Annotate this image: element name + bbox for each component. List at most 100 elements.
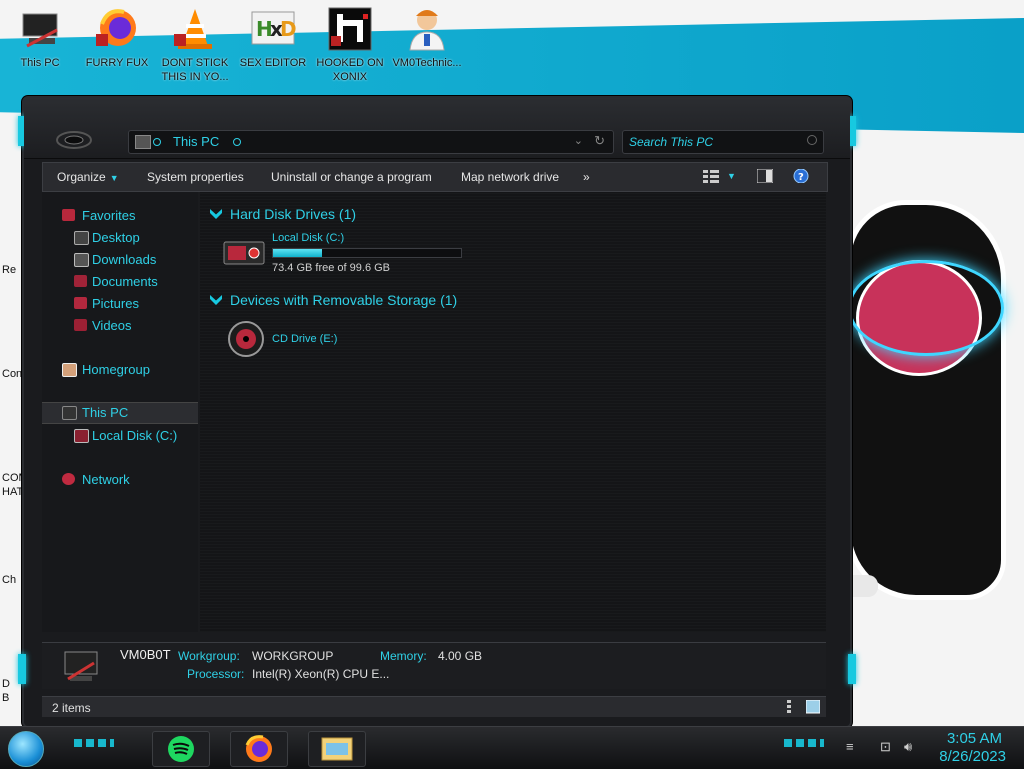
more-commands-button[interactable]: »: [583, 170, 590, 184]
status-bar: 2 items: [42, 696, 826, 717]
network-icon: [62, 473, 75, 485]
large-icons-view-icon[interactable]: [805, 699, 821, 717]
search-icon[interactable]: [807, 135, 817, 145]
hxd-editor-icon: HxD: [250, 6, 297, 52]
memory-label: Memory:: [380, 649, 427, 663]
network-tray-icon[interactable]: ⊡: [880, 739, 891, 755]
nav-videos[interactable]: Videos: [42, 316, 198, 336]
technician-icon: [404, 6, 450, 52]
collapse-chevron-icon: [210, 295, 222, 305]
details-pane: VM0B0T Workgroup: WORKGROUP Memory: 4.00…: [42, 642, 826, 689]
breadcrumb-chevron-icon[interactable]: [233, 138, 241, 146]
file-list: Hard Disk Drives (1) Local Disk (C:) 73.…: [200, 192, 826, 632]
item-count: 2 items: [52, 701, 91, 715]
clock-date[interactable]: 8/26/2023: [939, 748, 1006, 765]
firefox-icon: [94, 6, 140, 52]
desktop-icon-dont-stick[interactable]: DONT STICK THIS IN YO...: [159, 6, 231, 84]
desktop-icon-hooked-on-xonix[interactable]: HOOKED ON XONIX: [314, 6, 386, 84]
taskbar-app-explorer[interactable]: [308, 731, 366, 767]
pictures-folder-icon: [74, 297, 87, 309]
taskbar-app-firefox[interactable]: [230, 731, 288, 767]
nav-pictures[interactable]: Pictures: [42, 294, 198, 314]
title-bar[interactable]: This PC ⌄ ↻ Search This PC: [24, 98, 850, 159]
documents-folder-icon: [74, 275, 87, 287]
nav-downloads[interactable]: Downloads: [42, 250, 198, 270]
memory-value: 4.00 GB: [438, 649, 483, 663]
desktop-folder-icon: [74, 231, 89, 245]
organize-button[interactable]: Organize ▼: [57, 170, 119, 184]
view-options-icon[interactable]: [703, 169, 719, 183]
drive-c-free-space: 73.4 GB free of 99.6 GB: [272, 262, 391, 274]
desktop-icon-this-pc[interactable]: This PC: [4, 6, 76, 70]
desktop-icon-partial-label: D: [2, 678, 10, 690]
processor-value: Intel(R) Xeon(R) CPU E...: [252, 667, 390, 681]
hard-drive-icon: [222, 236, 266, 273]
nav-homegroup[interactable]: Homegroup: [42, 360, 198, 380]
computer-icon: [135, 135, 151, 149]
nav-favorites[interactable]: Favorites: [42, 206, 198, 226]
breadcrumb-dot-icon: [153, 138, 161, 146]
drive-c[interactable]: Local Disk (C:) 73.4 GB free of 99.6 GB: [222, 232, 462, 276]
taskbar-decoration: [74, 739, 114, 747]
details-view-icon[interactable]: [786, 700, 792, 717]
spotify-icon: [168, 736, 194, 762]
desktop-icon-vm0technic[interactable]: VM0Technic...: [391, 6, 463, 70]
volume-icon[interactable]: 🔊︎: [904, 739, 912, 755]
start-button[interactable]: [8, 731, 44, 767]
search-placeholder[interactable]: Search This PC: [629, 135, 713, 149]
taskbar: ≡ ⊡ 🔊︎ 3:05 AM 8/26/2023: [0, 726, 1024, 769]
downloads-folder-icon: [74, 253, 89, 267]
help-icon[interactable]: ?: [793, 168, 809, 184]
address-dropdown-icon[interactable]: ⌄: [574, 134, 583, 147]
svg-text:D: D: [280, 17, 296, 41]
nav-local-disk[interactable]: Local Disk (C:): [42, 426, 198, 446]
drive-c-name: Local Disk (C:): [272, 232, 345, 244]
uninstall-program-button[interactable]: Uninstall or change a program: [271, 170, 432, 184]
drive-c-usage-fill: [273, 249, 323, 257]
drive-e-name: CD Drive (E:): [272, 333, 338, 345]
command-bar: Organize ▼ System properties Uninstall or…: [42, 162, 828, 192]
vlc-cone-icon: [172, 6, 218, 52]
group-header-removable[interactable]: Devices with Removable Storage (1): [210, 292, 457, 308]
drive-c-usage-bar: [272, 248, 462, 258]
desktop-icon-partial-label: B: [2, 692, 10, 704]
show-desktop-icon[interactable]: ≡: [846, 739, 854, 754]
view-dropdown-icon[interactable]: ▼: [727, 171, 743, 185]
desktop-icon-partial-label: Ch: [2, 574, 17, 586]
address-bar[interactable]: This PC ⌄ ↻: [128, 130, 614, 154]
frame-accent: [18, 654, 26, 684]
search-box[interactable]: Search This PC: [622, 130, 824, 154]
map-network-drive-button[interactable]: Map network drive: [461, 170, 559, 184]
taskbar-app-spotify[interactable]: [152, 731, 210, 767]
processor-label: Processor:: [187, 667, 245, 681]
nav-desktop[interactable]: Desktop: [42, 228, 198, 248]
nav-network[interactable]: Network: [42, 470, 198, 490]
computer-icon: [17, 6, 63, 52]
nav-this-pc[interactable]: This PC: [42, 402, 198, 424]
breadcrumb-this-pc[interactable]: This PC: [173, 134, 219, 149]
cd-drive-icon: [226, 320, 266, 361]
group-header-hard-disk[interactable]: Hard Disk Drives (1): [210, 206, 356, 222]
nav-documents[interactable]: Documents: [42, 272, 198, 292]
window-logo-icon: [56, 130, 92, 150]
videos-folder-icon: [74, 319, 87, 331]
organize-label: Organize: [57, 170, 106, 184]
taskbar-decoration: [784, 739, 824, 747]
system-properties-button[interactable]: System properties: [147, 170, 244, 184]
workgroup-label: Workgroup:: [178, 649, 240, 663]
svg-text:?: ?: [798, 172, 804, 183]
drive-e[interactable]: CD Drive (E:): [226, 320, 426, 360]
clock-time[interactable]: 3:05 AM: [947, 730, 1002, 747]
chevron-down-icon: ▼: [109, 173, 119, 183]
desktop-icon-sex-editor[interactable]: HxD SEX EDITOR: [237, 6, 309, 70]
desktop-icon-furry-fux[interactable]: FURRY FUX: [81, 6, 153, 70]
star-icon: [62, 209, 75, 221]
explorer-window: This PC ⌄ ↻ Search This PC Organize ▼ Sys…: [18, 96, 856, 728]
xonix-game-icon: [327, 6, 373, 52]
desktop-icon-partial-label: Con: [2, 368, 23, 380]
preview-pane-icon[interactable]: [756, 168, 774, 184]
refresh-icon[interactable]: ↻: [594, 133, 605, 149]
homegroup-icon: [62, 363, 77, 377]
workgroup-value: WORKGROUP: [252, 649, 334, 663]
firefox-icon: [245, 735, 272, 762]
